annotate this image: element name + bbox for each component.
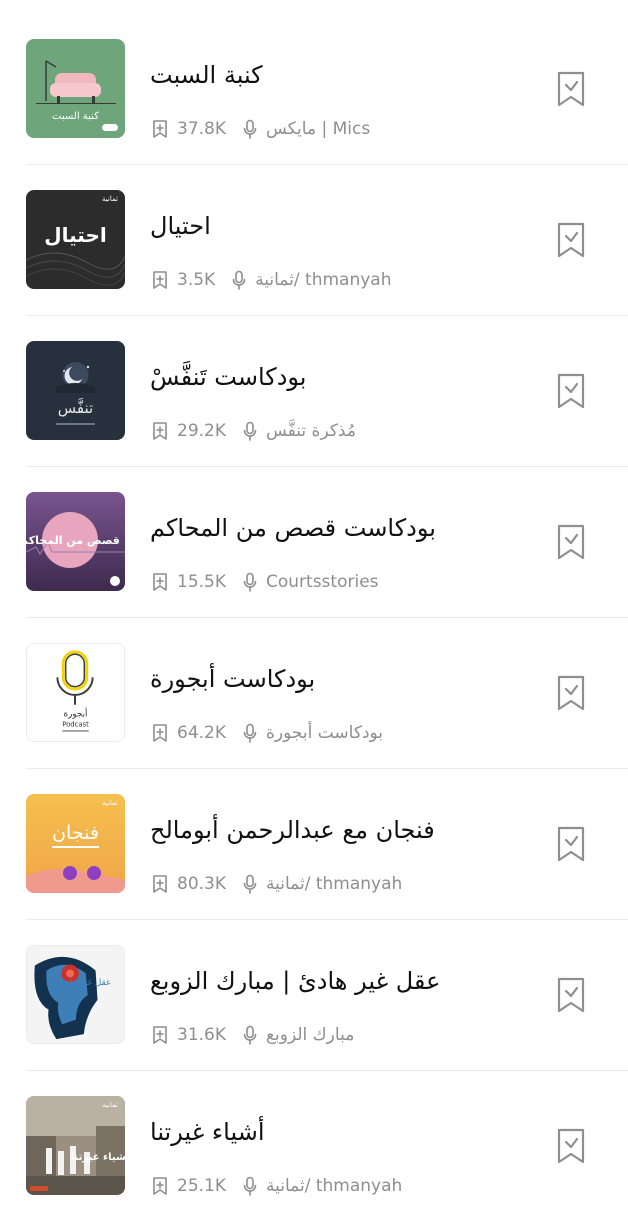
sofa-cover-art[interactable]: كنبة السبت [26,39,125,138]
saved-count-icon [153,573,167,591]
microphone-icon [232,270,246,290]
podcast-author: مُذكرة تنفَّس [266,421,356,441]
bookmark-icon[interactable] [556,71,586,107]
bookmark-icon[interactable] [556,222,586,258]
podcast-author: Courtsstories [266,572,379,592]
fenjan-cover-art[interactable]: فنجان ثمانية [26,794,125,893]
bookmark-icon[interactable] [556,977,586,1013]
cover-text: تنفَّس [58,398,93,417]
podcast-meta: 64.2K بودكاست أبجورة [151,721,383,745]
cover-badge: ثمانية [102,799,118,807]
podcast-meta: 25.1K ثمانية/ thmanyah [151,1174,402,1198]
bookmark-icon[interactable] [556,524,586,560]
saved-count: 15.5K [177,572,226,592]
cover-text: كنبة السبت [52,111,99,122]
podcast-author: مايكس | Mics [266,119,371,139]
podcast-title[interactable]: بودكاست قصص من المحاكم [150,511,436,545]
podcast-author: مبارك الزوبع [266,1025,355,1045]
bookmark-icon[interactable] [556,1128,586,1164]
podcast-row[interactable]: عقل غير هادئ عقل غير هادئ | مبارك الزوبع… [0,920,628,1071]
podcast-meta: 31.6K مبارك الزوبع [151,1023,354,1047]
saved-count: 64.2K [177,723,226,743]
podcast-title[interactable]: بودكاست أبجورة [150,662,315,696]
podcast-title[interactable]: أشياء غيرتنا [150,1115,265,1149]
microphone-cover-art[interactable]: أبجورة Podcast [26,643,125,742]
cover-badge: ثمانية [102,195,118,203]
podcast-row[interactable]: أبجورة Podcast بودكاست أبجورة 64.2K بودك… [0,618,628,769]
podcast-title[interactable]: فنجان مع عبدالرحمن أبومالح [150,813,435,847]
saved-count: 25.1K [177,1176,226,1196]
bookmark-icon[interactable] [556,826,586,862]
podcast-row[interactable]: كنبة السبت كنبة السبت 37.8K مايكس | Mics [0,14,628,165]
cover-text: عقل غير هادئ [59,978,111,988]
podcast-author: ثمانية/ thmanyah [266,874,403,894]
podcast-author: ثمانية/ thmanyah [255,270,392,290]
microphone-icon [243,421,257,441]
microphone-icon [243,874,257,894]
purple-circle-cover-art[interactable]: قصص من المحاكم [26,492,125,591]
saved-count-icon [153,875,167,893]
saved-count-icon [153,422,167,440]
podcast-row[interactable]: تنفَّس بودكاست تَنفَّسْ 29.2K مُذكرة تنف… [0,316,628,467]
saved-count-icon [153,271,167,289]
fingerprint-cover-art[interactable]: احتيال ثمانية [26,190,125,289]
saved-count-icon [153,724,167,742]
cover-subtext: Podcast [62,720,89,728]
saved-count: 31.6K [177,1025,226,1045]
podcast-meta: 15.5K Courtsstories [151,570,379,594]
podcast-author: ثمانية/ thmanyah [266,1176,403,1196]
microphone-icon [243,119,257,139]
saved-count-icon [153,120,167,138]
podcast-row[interactable]: قصص من المحاكم بودكاست قصص من المحاكم 15… [0,467,628,618]
saved-count: 3.5K [177,270,216,290]
podcast-list: كنبة السبت كنبة السبت 37.8K مايكس | Mics [0,14,628,1222]
cover-badge: ثمانية [102,1101,118,1109]
podcast-row[interactable]: أشياء غيرتنا ثمانية أشياء غيرتنا 25.1K ث… [0,1071,628,1222]
saved-count: 80.3K [177,874,226,894]
microphone-icon [243,1176,257,1196]
microphone-icon [243,723,257,743]
podcast-meta: 3.5K ثمانية/ thmanyah [151,268,391,292]
podcast-title[interactable]: كنبة السبت [150,58,263,92]
podcast-meta: 37.8K مايكس | Mics [151,117,370,141]
microphone-icon [243,572,257,592]
moon-cover-art[interactable]: تنفَّس [26,341,125,440]
cover-text: أبجورة [64,708,88,720]
podcast-row[interactable]: فنجان ثمانية فنجان مع عبدالرحمن أبومالح … [0,769,628,920]
podcast-title[interactable]: عقل غير هادئ | مبارك الزوبع [150,964,440,998]
bookmark-icon[interactable] [556,373,586,409]
street-photo-cover-art[interactable]: أشياء غيرتنا ثمانية [26,1096,125,1195]
xray-skull-cover-art[interactable]: عقل غير هادئ [26,945,125,1044]
cover-text: احتيال [44,223,106,247]
podcast-meta: 80.3K ثمانية/ thmanyah [151,872,402,896]
podcast-title[interactable]: احتيال [150,209,211,243]
podcast-row[interactable]: احتيال ثمانية احتيال 3.5K ثمانية/ thmany… [0,165,628,316]
saved-count-icon [153,1177,167,1195]
cover-text: قصص من المحاكم [26,534,120,547]
podcast-meta: 29.2K مُذكرة تنفَّس [151,419,356,443]
cover-text: أشياء غيرتنا [71,1150,125,1163]
podcast-title[interactable]: بودكاست تَنفَّسْ [150,360,306,394]
saved-count: 37.8K [177,119,226,139]
podcast-author: بودكاست أبجورة [266,723,384,743]
cover-text: فنجان [52,822,99,844]
saved-count-icon [153,1026,167,1044]
bookmark-icon[interactable] [556,675,586,711]
saved-count: 29.2K [177,421,226,441]
microphone-icon [243,1025,257,1045]
